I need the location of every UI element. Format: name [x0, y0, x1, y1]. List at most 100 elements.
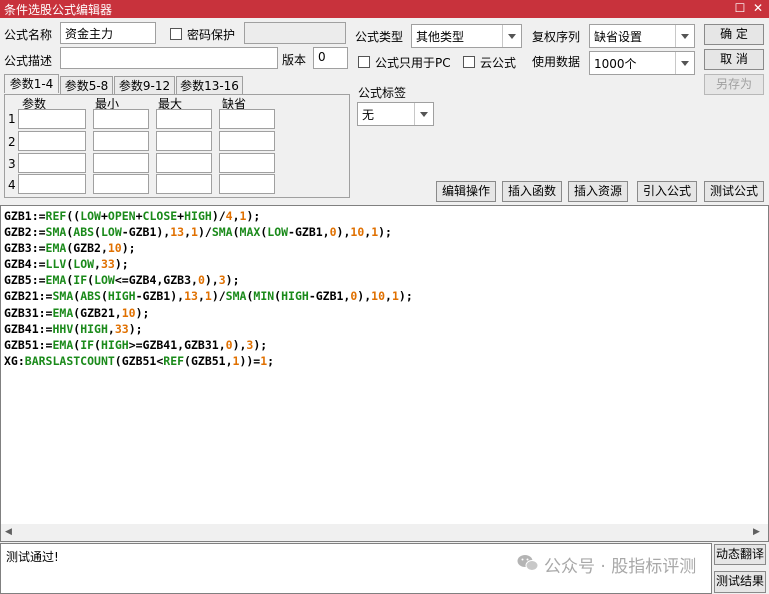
param-1-max-input[interactable]: [156, 109, 212, 129]
param-3-default-input[interactable]: [219, 153, 275, 173]
test-result-button[interactable]: 测试结果: [714, 571, 766, 593]
code-keyword: IF: [80, 337, 95, 352]
param-row-number: 3: [8, 157, 16, 171]
param-3-min-input[interactable]: [93, 153, 149, 173]
code-keyword: SMA: [211, 225, 233, 240]
tab-params-1-4[interactable]: 参数1-4: [4, 74, 59, 93]
param-1-default-input[interactable]: [219, 109, 275, 129]
param-1-name-input[interactable]: [18, 109, 86, 129]
code-text: ),: [336, 225, 351, 240]
code-text: );: [121, 241, 136, 256]
code-keyword: EMA: [45, 273, 67, 288]
chevron-down-icon: [675, 25, 694, 47]
data-count-select[interactable]: 1000个: [589, 51, 695, 75]
param-4-max-input[interactable]: [156, 174, 212, 194]
code-keyword: HIGH: [107, 289, 136, 304]
restore-series-select[interactable]: 缺省设置: [589, 24, 695, 48]
param-3-max-input[interactable]: [156, 153, 212, 173]
code-keyword: OPEN: [107, 209, 136, 223]
param-4-name-input[interactable]: [18, 174, 86, 194]
test-formula-button[interactable]: 测试公式: [704, 181, 764, 202]
code-text: (GZB51,: [184, 353, 233, 368]
param-3-name-input[interactable]: [18, 153, 86, 173]
formula-name-input[interactable]: 资金主力: [60, 22, 156, 44]
code-keyword: REF: [163, 353, 185, 368]
edit-operations-button[interactable]: 编辑操作: [436, 181, 496, 202]
code-number: 13: [184, 289, 198, 304]
code-keyword: LLV: [45, 257, 67, 272]
code-text: ,: [232, 209, 240, 223]
param-2-max-input[interactable]: [156, 131, 212, 151]
ok-button[interactable]: 确 定: [704, 24, 764, 45]
code-text: (: [94, 337, 101, 352]
test-output-text: 测试通过!: [6, 550, 59, 564]
code-text: )/: [211, 209, 226, 223]
password-input[interactable]: [244, 22, 346, 44]
cloud-formula-label: 云公式: [480, 56, 517, 70]
code-text: );: [135, 305, 150, 320]
code-line: GZB5:=EMA(IF(LOW<=GZB4,GZB3,0),3);: [4, 272, 413, 288]
code-line: GZB51:=EMA(IF(HIGH>=GZB41,GZB31,0),3);: [4, 337, 413, 353]
code-number: 0: [329, 225, 337, 240]
restore-series-value: 缺省设置: [594, 30, 643, 44]
code-text: ;: [267, 353, 275, 368]
code-line: GZB31:=EMA(GZB21,10);: [4, 305, 413, 321]
formula-desc-label: 公式描述: [4, 54, 53, 68]
import-formula-button[interactable]: 引入公式: [637, 181, 697, 202]
code-line: XG:BARSLASTCOUNT(GZB51<REF(GZB51,1))=1;: [4, 353, 413, 369]
code-text: ),: [357, 289, 372, 304]
code-number: 0: [225, 337, 233, 352]
code-line: GZB41:=HHV(HIGH,33);: [4, 321, 413, 337]
code-keyword: HIGH: [281, 289, 309, 304]
param-2-default-input[interactable]: [219, 131, 275, 151]
chevron-right-icon[interactable]: ▶: [753, 527, 760, 537]
pc-only-checkbox[interactable]: [358, 56, 370, 68]
chevron-left-icon[interactable]: ◀: [5, 527, 12, 537]
formula-code[interactable]: GZB1:=REF((LOW+OPEN+CLOSE+HIGH)/4,1); GZB…: [4, 208, 413, 369]
code-text: XG:: [4, 353, 25, 368]
code-text: GZB4:=: [4, 257, 46, 272]
formula-type-select[interactable]: 其他类型: [411, 24, 522, 48]
code-text: );: [128, 321, 143, 336]
code-text: ),: [232, 337, 247, 352]
tab-params-13-16[interactable]: 参数13-16: [176, 76, 243, 95]
dynamic-translate-button[interactable]: 动态翻译: [714, 544, 766, 565]
formula-desc-input[interactable]: [60, 47, 278, 69]
close-icon[interactable]: ✕: [751, 1, 765, 15]
formula-editor[interactable]: GZB1:=REF((LOW+OPEN+CLOSE+HIGH)/4,1); GZB…: [0, 205, 769, 542]
chevron-down-icon: [502, 25, 521, 47]
param-4-min-input[interactable]: [93, 174, 149, 194]
save-as-button[interactable]: 另存为: [704, 74, 764, 95]
code-text: <=GZB4,GZB3,: [114, 273, 198, 288]
param-1-min-input[interactable]: [93, 109, 149, 129]
code-keyword: SMA: [225, 289, 247, 304]
code-line: GZB2:=SMA(ABS(LOW-GZB1),13,1)/SMA(MAX(LO…: [4, 224, 413, 240]
param-2-name-input[interactable]: [18, 131, 86, 151]
version-input[interactable]: 0: [313, 47, 348, 69]
code-keyword: EMA: [52, 305, 74, 320]
formula-tag-select[interactable]: 无: [357, 102, 434, 126]
param-row-number: 2: [8, 135, 16, 149]
cloud-formula-checkbox[interactable]: [463, 56, 475, 68]
param-4-default-input[interactable]: [219, 174, 275, 194]
insert-resource-button[interactable]: 插入资源: [568, 181, 628, 202]
code-line: GZB4:=LLV(LOW,33);: [4, 256, 413, 272]
maximize-icon[interactable]: ☐: [733, 1, 747, 15]
password-checkbox[interactable]: [170, 28, 182, 40]
code-number: 10: [350, 225, 365, 240]
code-keyword: IF: [73, 273, 88, 288]
tab-params-5-8[interactable]: 参数5-8: [60, 76, 113, 95]
code-keyword: SMA: [52, 289, 74, 304]
code-text: );: [225, 273, 240, 288]
cancel-button[interactable]: 取 消: [704, 49, 764, 70]
horizontal-scrollbar[interactable]: ◀ ▶: [1, 524, 768, 541]
param-2-min-input[interactable]: [93, 131, 149, 151]
window-title: 条件选股公式编辑器: [4, 3, 113, 17]
code-text: GZB21:=: [4, 289, 53, 304]
code-line: GZB21:=SMA(ABS(HIGH-GZB1),13,1)/SMA(MIN(…: [4, 288, 413, 304]
code-number: 0: [197, 273, 205, 288]
tab-params-9-12[interactable]: 参数9-12: [114, 76, 175, 95]
insert-function-button[interactable]: 插入函数: [502, 181, 562, 202]
code-text: -GZB1,: [288, 225, 330, 240]
formula-type-value: 其他类型: [416, 30, 465, 44]
